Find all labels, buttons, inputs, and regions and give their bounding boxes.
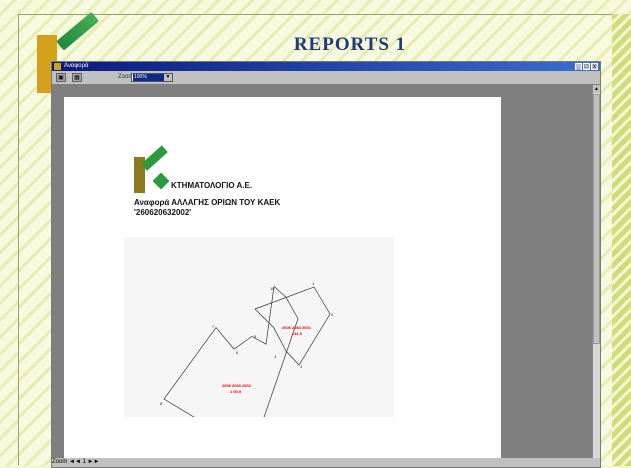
vertical-scrollbar[interactable]: ▲	[592, 85, 600, 458]
vertex-label: 7	[212, 324, 215, 329]
vertex-label: 2	[331, 312, 334, 317]
scroll-up-icon[interactable]: ▲	[593, 85, 600, 93]
minimize-button[interactable]: _	[575, 63, 582, 70]
close-button[interactable]: x	[591, 63, 598, 70]
parcel-map-drawing: 1 2 3 4 5 6 7 8 9 10 2606 2063 2001 141,…	[160, 281, 334, 458]
parcel-code-label: 2606 2063 2002	[222, 383, 252, 388]
report-viewer-window: Αναφορά _ □ x ▣ ▦ Zoom 100% ▼ ΚΤΗΜΑΤΟΛΟΓ…	[51, 61, 601, 468]
vertex-label: 6	[236, 350, 239, 355]
preview-viewport: ΚΤΗΜΑΤΟΛΟΓΙΟ Α.Ε. Αναφορά ΑΛΛΑΓΗΣ ΟΡΙΩΝ …	[52, 85, 592, 458]
parcel-map: 1 2 3 4 5 6 7 8 9 10 2606 2063 2001 141,…	[124, 237, 394, 458]
report-page: ΚΤΗΜΑΤΟΛΟΓΙΟ Α.Ε. Αναφορά ΑΛΛΑΓΗΣ ΟΡΙΩΝ …	[64, 97, 501, 458]
maximize-button[interactable]: □	[583, 63, 590, 70]
toolbar: ▣ ▦ Zoom 100% ▼	[52, 71, 600, 85]
report-heading: Αναφορά ΑΛΛΑΓΗΣ ΟΡΙΩΝ ΤΟΥ ΚΑΕΚ	[134, 198, 281, 207]
vertex-labels: 1 2 3 4 5 6 7 8 9 10	[160, 281, 334, 458]
vertex-label: 1	[312, 281, 315, 286]
scroll-thumb[interactable]	[593, 94, 600, 344]
window-titlebar: Αναφορά _ □ x	[52, 62, 600, 71]
report-code: '260620632002'	[134, 208, 192, 217]
app-icon	[54, 63, 61, 70]
vertex-label: 8	[160, 401, 163, 406]
export-icon[interactable]: ▦	[72, 73, 82, 82]
vertex-label: 10	[270, 286, 275, 291]
company-name: ΚΤΗΜΑΤΟΛΟΓΙΟ Α.Ε.	[171, 181, 253, 190]
vertex-label: 3	[300, 364, 303, 369]
decorative-stripe	[612, 14, 631, 466]
company-logo-diamond	[152, 172, 170, 190]
print-icon[interactable]: ▣	[56, 73, 66, 82]
chevron-down-icon[interactable]: ▼	[164, 74, 172, 81]
parcel-area-label: 1 00,9	[230, 389, 242, 394]
parcel-area-label: 141,9	[292, 331, 303, 336]
zoom-value: 100%	[133, 74, 164, 81]
parcel-boundary-2002	[163, 286, 299, 453]
vertex-label: 4	[274, 354, 277, 359]
vertex-label: 5	[254, 334, 257, 339]
slide-title: REPORTS 1	[293, 34, 407, 55]
company-logo-mark	[140, 145, 168, 171]
parcel-code-label: 2606 2063 2001	[282, 325, 312, 330]
window-title: Αναφορά	[64, 63, 89, 69]
zoom-select[interactable]: 100% ▼	[131, 73, 173, 82]
